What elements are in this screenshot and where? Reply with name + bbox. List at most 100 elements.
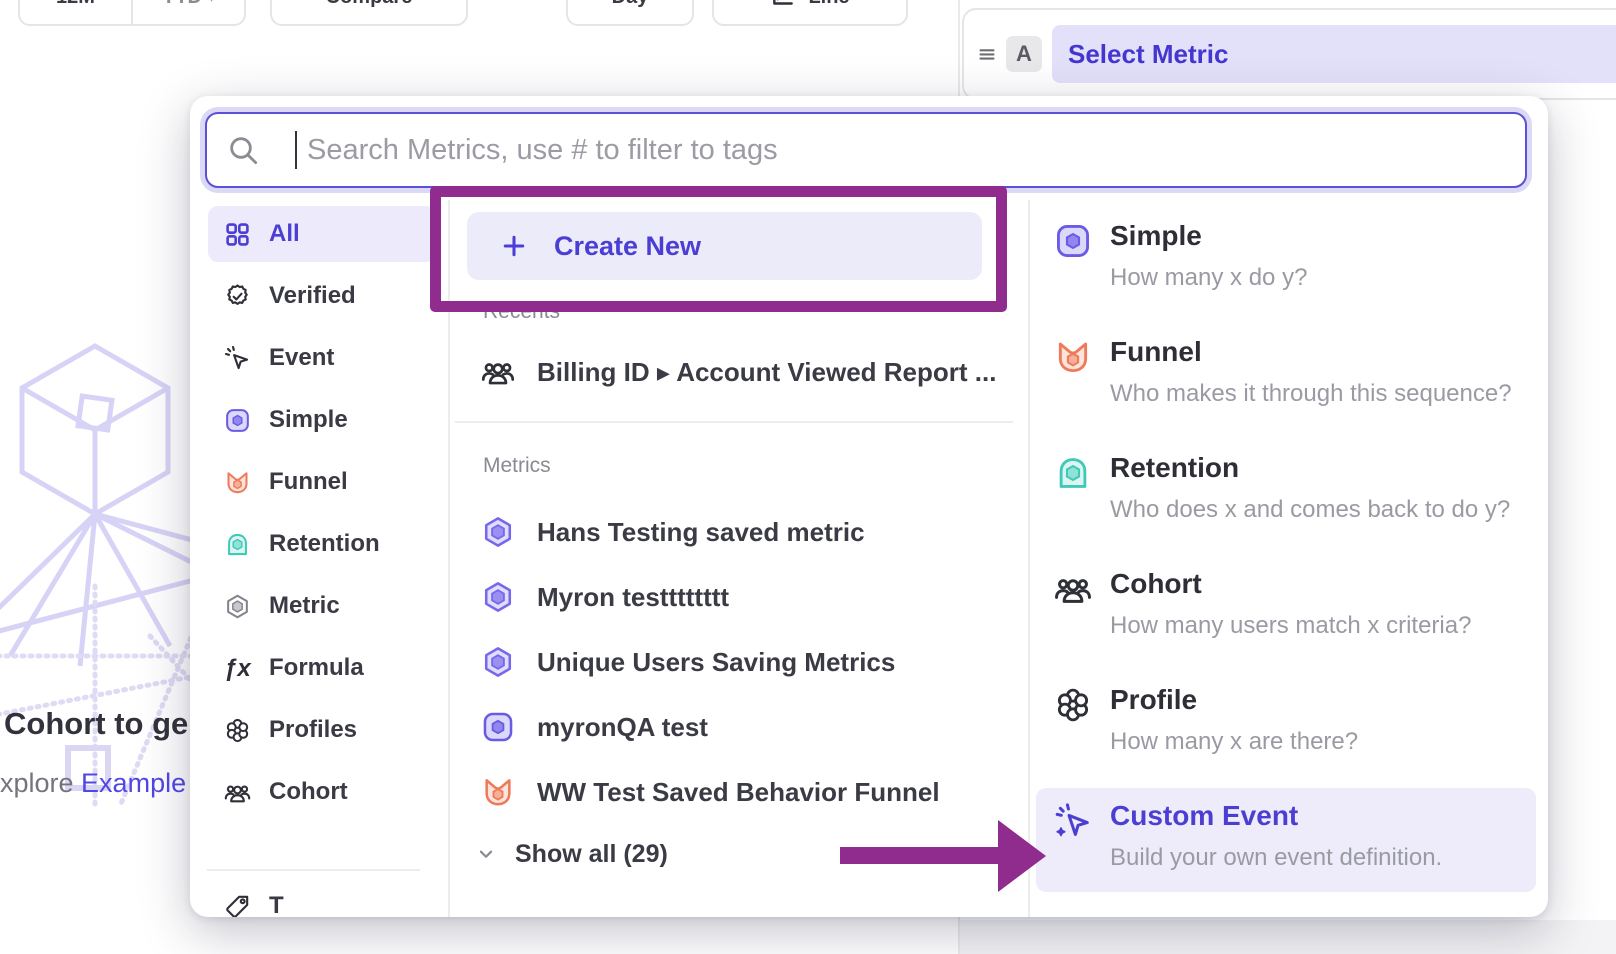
types-column-divider xyxy=(1028,200,1030,917)
sidebar-item-label: Funnel xyxy=(269,468,348,496)
sidebar-item-funnel[interactable]: Funnel xyxy=(208,454,436,510)
metric-list-item[interactable]: Myron testttttttt xyxy=(467,568,1023,626)
sidebar-item-label: T xyxy=(269,892,284,917)
sidebar-item-retention[interactable]: Retention xyxy=(208,516,436,572)
search-icon xyxy=(227,134,259,166)
funnel-icon xyxy=(224,469,251,496)
plus-icon xyxy=(500,232,528,260)
search-input[interactable] xyxy=(205,112,1527,188)
recents-divider xyxy=(455,421,1013,423)
sidebar-item-event[interactable]: Event xyxy=(208,330,436,386)
sidebar-item-label: Event xyxy=(269,344,334,372)
sidebar-column-divider xyxy=(448,200,450,917)
saved-metric-icon xyxy=(481,580,515,614)
metric-type-title: Cohort xyxy=(1110,568,1202,600)
metric-list-item[interactable]: Hans Testing saved metric xyxy=(467,503,1023,561)
select-metric-pill[interactable]: Select Metric xyxy=(1052,25,1616,83)
metric-type-description: Who does x and comes back to do y? xyxy=(1110,496,1510,524)
profiles-icon xyxy=(224,717,251,744)
select-metric-modal: All Verified Event Simple Funnel Retention Met… xyxy=(190,96,1548,917)
recents-section-label: Recents xyxy=(483,300,560,324)
metric-type-title: Custom Event xyxy=(1110,800,1298,832)
metric-type-description: How many x are there? xyxy=(1110,728,1358,756)
sidebar-item-profiles[interactable]: Profiles xyxy=(208,702,436,758)
chart-type-label: Line xyxy=(808,0,849,9)
metric-list-item[interactable]: myronQA test xyxy=(467,698,1023,756)
custom-event-icon xyxy=(1054,802,1092,840)
metric-item-label: myronQA test xyxy=(537,712,708,743)
metric-type-custom-event[interactable]: Custom Event Build your own event definit… xyxy=(1036,788,1536,892)
empty-state-explore-line: xplore Example xyxy=(0,768,186,799)
metric-item-label: Unique Users Saving Metrics xyxy=(537,647,895,678)
range-ytd-label: YTD xyxy=(162,0,202,9)
metric-item-label: Hans Testing saved metric xyxy=(537,517,865,548)
show-all-label: Show all (29) xyxy=(515,840,668,869)
event-icon xyxy=(224,345,251,372)
recent-item[interactable]: Billing ID ▸ Account Viewed Report ... xyxy=(467,343,1023,401)
metric-type-description: Build your own event definition. xyxy=(1110,844,1442,872)
granularity-day-button[interactable]: Day xyxy=(566,0,694,26)
sidebar-item-cutoff[interactable]: T xyxy=(208,878,436,917)
app-window: 12M YTD ▾ Compare Day Line A Select Metr… xyxy=(0,0,1616,954)
saved-metric-icon xyxy=(481,515,515,549)
create-new-label: Create New xyxy=(554,231,701,262)
chevron-down-icon: ▾ xyxy=(208,0,215,6)
drag-handle-icon[interactable] xyxy=(976,43,998,65)
metrics-section-label: Metrics xyxy=(483,454,551,478)
sidebar-item-simple[interactable]: Simple xyxy=(208,392,436,448)
simple-icon xyxy=(481,710,515,744)
chart-type-line-button[interactable]: Line xyxy=(712,0,908,26)
sidebar-item-label: Verified xyxy=(269,282,356,310)
compare-button[interactable]: Compare xyxy=(270,0,468,26)
profiles-icon xyxy=(1054,686,1092,724)
recent-item-label: Billing ID ▸ Account Viewed Report ... xyxy=(537,357,996,388)
retention-icon xyxy=(224,531,251,558)
sidebar-item-label: Retention xyxy=(269,530,380,558)
saved-metric-icon xyxy=(481,645,515,679)
metric-type-description: Who makes it through this sequence? xyxy=(1110,380,1512,408)
metric-icon xyxy=(224,593,251,620)
metric-item-label: Myron testttttttt xyxy=(537,582,729,613)
metric-item-label: WW Test Saved Behavior Funnel xyxy=(537,777,940,808)
retention-icon xyxy=(1054,454,1092,492)
funnel-icon xyxy=(1054,338,1092,376)
verified-icon xyxy=(224,283,251,310)
range-12m-button[interactable]: 12M xyxy=(20,0,131,24)
tag-icon xyxy=(224,893,251,918)
metric-type-title: Profile xyxy=(1110,684,1197,716)
sidebar-divider xyxy=(207,869,420,871)
sidebar-item-cohort[interactable]: Cohort xyxy=(208,764,436,820)
range-ytd-button[interactable]: YTD ▾ xyxy=(131,0,244,24)
metric-type-simple[interactable]: Simple How many x do y? xyxy=(1036,208,1536,312)
metric-list-item[interactable]: Unique Users Saving Metrics xyxy=(467,633,1023,691)
metric-type-description: How many users match x criteria? xyxy=(1110,612,1471,640)
example-reports-link[interactable]: Example xyxy=(81,768,186,798)
show-all-button[interactable]: Show all (29) xyxy=(467,829,847,879)
metric-list-item[interactable]: WW Test Saved Behavior Funnel xyxy=(467,763,1023,821)
metric-type-profile[interactable]: Profile How many x are there? xyxy=(1036,672,1536,776)
metric-type-cohort[interactable]: Cohort How many users match x criteria? xyxy=(1036,556,1536,660)
right-panel-background xyxy=(960,920,1616,954)
sidebar-item-formula[interactable]: ƒxFormula xyxy=(208,640,436,696)
grid-icon xyxy=(224,221,251,248)
metric-type-title: Retention xyxy=(1110,452,1239,484)
text-cursor xyxy=(295,131,297,169)
sidebar-item-all[interactable]: All xyxy=(208,206,436,262)
create-new-button[interactable]: Create New xyxy=(467,212,982,280)
metric-type-funnel[interactable]: FunnelWho makes it through this sequence… xyxy=(1036,324,1536,428)
line-chart-icon xyxy=(770,0,796,10)
chevron-down-icon xyxy=(475,843,497,865)
funnel-icon xyxy=(481,775,515,809)
metric-type-retention[interactable]: Retention Who does x and comes back to do… xyxy=(1036,440,1536,544)
simple-icon xyxy=(1054,222,1092,260)
metric-type-description: How many x do y? xyxy=(1110,264,1307,292)
sidebar-item-label: Simple xyxy=(269,406,348,434)
sidebar-item-verified[interactable]: Verified xyxy=(208,268,436,324)
sidebar-item-label: Formula xyxy=(269,654,364,682)
search-field-wrap xyxy=(205,112,1527,188)
cohort-icon xyxy=(224,779,251,806)
sidebar-item-metric[interactable]: Metric xyxy=(208,578,436,634)
metric-type-title: Simple xyxy=(1110,220,1202,252)
series-a-badge: A xyxy=(1006,36,1042,72)
sidebar-item-label: Metric xyxy=(269,592,340,620)
